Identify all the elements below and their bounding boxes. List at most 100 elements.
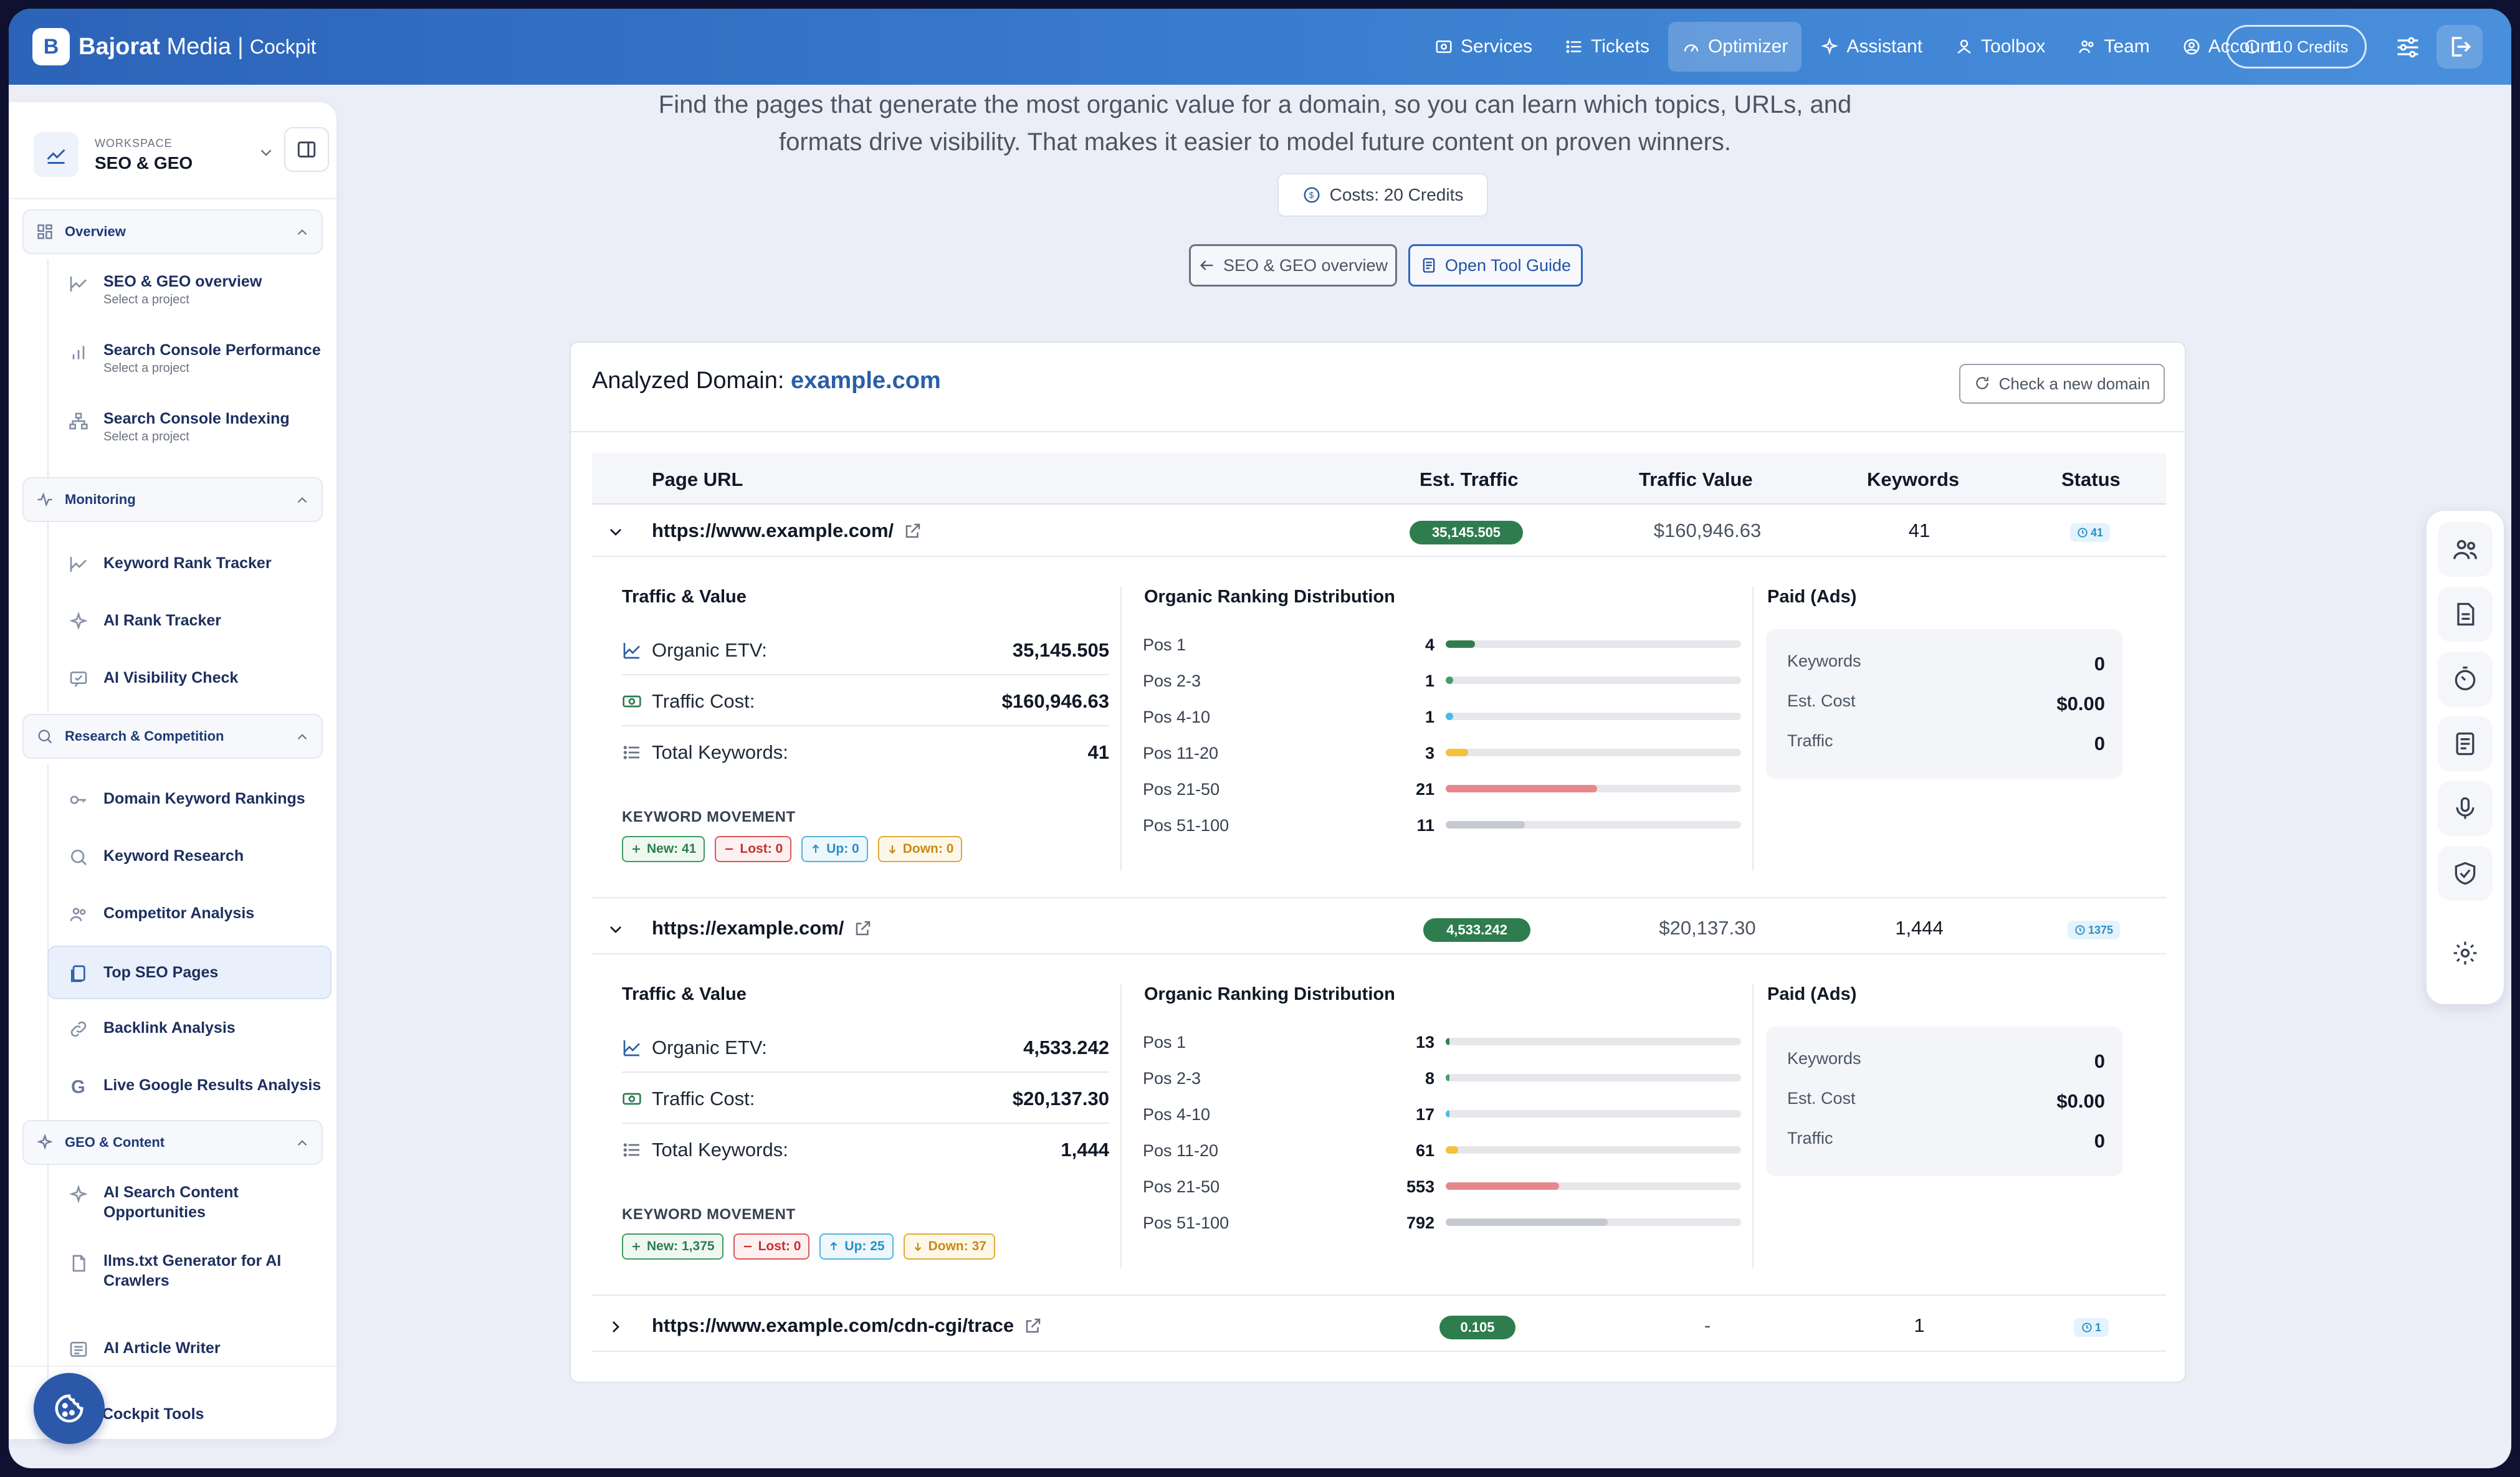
float-document-button[interactable]	[2438, 587, 2493, 642]
notes-icon	[2451, 730, 2479, 757]
metric-label: Traffic Cost:	[652, 1088, 755, 1109]
external-link-icon[interactable]	[1024, 1316, 1043, 1335]
badge-new: New: 1,375	[622, 1233, 723, 1260]
sidebar-item-domain-keyword-rankings[interactable]: Domain Keyword Rankings	[56, 776, 330, 821]
table-row[interactable]: https://www.example.com/cdn-cgi/trace 0.…	[592, 1301, 2166, 1352]
open-tool-guide-button[interactable]: Open Tool Guide	[1408, 244, 1583, 287]
float-notes-button[interactable]	[2438, 716, 2493, 771]
chart-line-icon	[622, 640, 642, 660]
plus-icon	[631, 1241, 642, 1252]
sidebar-item-ai-rank-tracker[interactable]: AI Rank Tracker	[56, 598, 330, 643]
search-icon	[69, 847, 88, 867]
group-overview[interactable]: Overview	[22, 209, 323, 254]
sidebar-item-title: Search Console Indexing	[103, 410, 290, 427]
keyword-movement-badges: New: 1,375 Lost: 0 Up: 25 Down: 37	[622, 1233, 1005, 1260]
distribution-bar	[1446, 1182, 1559, 1190]
sidebar-item-cockpit-tools[interactable]: Cockpit Tools	[90, 1392, 364, 1437]
distribution-label: Pos 51-100	[1143, 1213, 1229, 1232]
sidebar-item-keyword-rank-tracker[interactable]: Keyword Rank Tracker	[56, 541, 330, 586]
sidebar-divider	[9, 198, 336, 199]
distribution-bar	[1446, 749, 1468, 756]
check-label: Check a new domain	[1998, 374, 2150, 393]
sidebar-item-llms-generator[interactable]: llms.txt Generator for AI Crawlers	[56, 1251, 330, 1313]
traffic-value: -	[1704, 1314, 1711, 1336]
status-badge: 1375	[2068, 921, 2120, 939]
logout-button[interactable]	[2436, 25, 2483, 69]
sidebar-item-live-google-results[interactable]: G Live Google Results Analysis	[56, 1063, 330, 1108]
badge-lost: Lost: 0	[715, 836, 792, 862]
nav-team[interactable]: Team	[2064, 22, 2163, 72]
float-team-button[interactable]	[2438, 522, 2493, 577]
table-row[interactable]: https://www.example.com/ 35,145.505 $160…	[592, 506, 2166, 557]
workspace-switcher[interactable]: WORKSPACE SEO & GEO	[26, 125, 327, 184]
sidebar-item-backlink-analysis[interactable]: Backlink Analysis	[56, 1005, 330, 1050]
sidebar-item-competitor-analysis[interactable]: Competitor Analysis	[56, 891, 330, 936]
cash-icon	[622, 1089, 642, 1109]
float-timer-button[interactable]	[2438, 652, 2493, 706]
sidebar-divider	[9, 1365, 336, 1367]
page-url: https://www.example.com/	[652, 520, 894, 541]
sidebar-item-keyword-research[interactable]: Keyword Research	[56, 833, 330, 878]
group-monitoring[interactable]: Monitoring	[22, 477, 323, 522]
distribution-value: 21	[1415, 780, 1434, 799]
filter-settings-icon[interactable]	[2394, 34, 2422, 61]
intro-line-2: formats drive visibility. That makes it …	[778, 128, 1732, 156]
back-to-overview-button[interactable]: SEO & GEO overview	[1189, 244, 1397, 287]
sidebar-item-ai-article-writer[interactable]: AI Article Writer	[56, 1326, 330, 1370]
group-geo-content[interactable]: GEO & Content	[22, 1120, 323, 1165]
column-divider	[1120, 984, 1122, 1268]
metric-label: Total Keywords:	[652, 741, 788, 763]
chevron-right-icon[interactable]	[606, 1317, 626, 1337]
distribution-label: Pos 11-20	[1143, 744, 1219, 762]
keyword-count: 41	[1908, 520, 1931, 541]
metric-label: Total Keywords:	[652, 1139, 788, 1161]
external-link-icon[interactable]	[904, 521, 922, 540]
nav-toolbox[interactable]: Toolbox	[1941, 22, 2059, 72]
float-shield-button[interactable]	[2438, 846, 2493, 901]
brand-separator: |	[237, 33, 244, 60]
float-microphone-button[interactable]	[2438, 781, 2493, 836]
chevron-down-icon[interactable]	[606, 522, 626, 542]
brand-logo-link[interactable]: B Bajorat Media | Cockpit	[32, 28, 317, 65]
sidebar-item-ai-visibility-check[interactable]: AI Visibility Check	[56, 655, 330, 700]
distribution-label: Pos 2-3	[1143, 672, 1201, 690]
sidebar-item-ai-search-content[interactable]: AI Search Content Opportunities	[56, 1182, 330, 1245]
nav-services[interactable]: Services	[1421, 22, 1546, 72]
nav-tickets[interactable]: Tickets	[1551, 22, 1663, 72]
chevron-down-icon[interactable]	[606, 919, 626, 939]
group-monitoring-title: Monitoring	[65, 492, 136, 507]
chart-line-icon	[69, 554, 88, 574]
distribution-track	[1446, 1074, 1741, 1081]
distribution-row: Pos 21-50 553	[1138, 1169, 1741, 1205]
cookie-settings-button[interactable]	[34, 1373, 105, 1444]
distribution-value: 3	[1425, 744, 1434, 762]
svg-text:$: $	[1309, 191, 1314, 200]
header-est-traffic: Est. Traffic	[1420, 468, 1519, 490]
sidebar-item-title: Top SEO Pages	[103, 964, 219, 981]
group-research-competition[interactable]: Research & Competition	[22, 714, 323, 759]
sidebar-item-search-console-indexing[interactable]: Search Console Indexing Select a project	[56, 409, 330, 471]
nav-assistant[interactable]: Assistant	[1806, 22, 1936, 72]
nav-optimizer[interactable]: Optimizer	[1668, 22, 1802, 72]
sidebar-item-search-console-performance[interactable]: Search Console Performance Select a proje…	[56, 340, 330, 402]
distribution-row: Pos 51-100 11	[1138, 807, 1741, 843]
sidebar-collapse-button[interactable]	[284, 127, 329, 172]
logout-icon	[2446, 34, 2473, 60]
nav-optimizer-label: Optimizer	[1707, 36, 1788, 57]
cost-badge: $ Costs: 20 Credits	[1277, 173, 1488, 217]
microphone-icon	[2451, 795, 2479, 822]
clock-icon	[2081, 1322, 2093, 1333]
float-settings-button[interactable]	[2438, 926, 2493, 981]
table-row[interactable]: https://example.com/ 4,533.242 $20,137.3…	[592, 903, 2166, 954]
credits-button[interactable]: 110 Credits	[2226, 25, 2367, 69]
sidebar-item-title: Backlink Analysis	[103, 1019, 236, 1037]
distribution-label: Pos 4-10	[1143, 708, 1211, 726]
distribution-track	[1446, 713, 1741, 720]
results-card: Analyzed Domain: example.com Check a new…	[570, 341, 2187, 1383]
check-new-domain-button[interactable]: Check a new domain	[1959, 364, 2165, 404]
nav-toolbox-label: Toolbox	[1981, 36, 2046, 57]
external-link-icon[interactable]	[854, 919, 872, 938]
minus-icon	[742, 1241, 753, 1252]
sidebar-item-top-seo-pages[interactable]: Top SEO Pages	[47, 946, 332, 999]
sidebar-item-seo-geo-overview[interactable]: SEO & GEO overview Select a project	[56, 272, 330, 334]
